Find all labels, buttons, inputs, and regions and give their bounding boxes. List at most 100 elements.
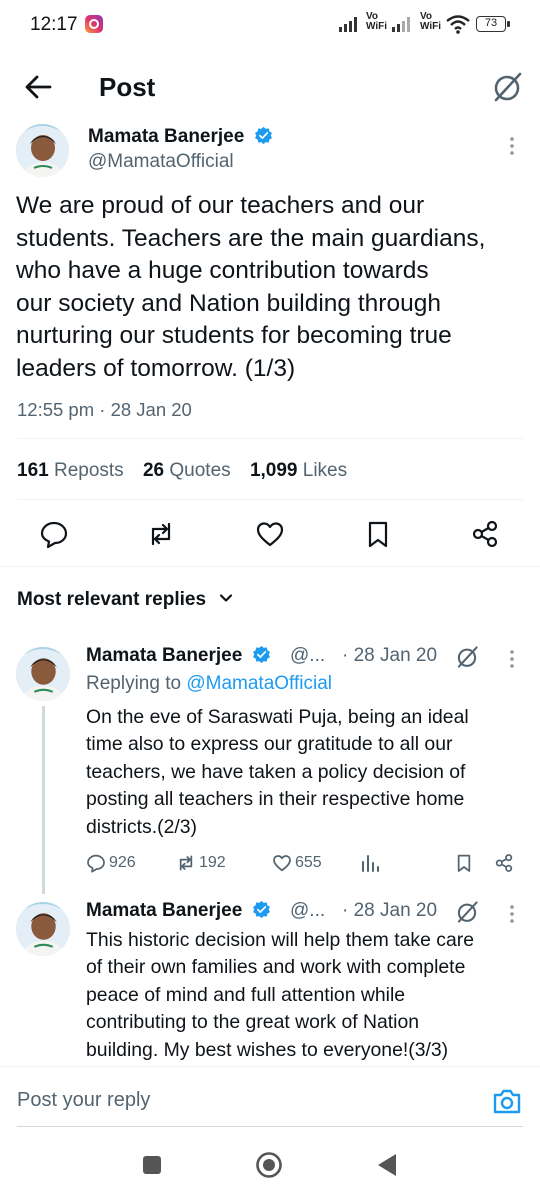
replies-sort-dropdown[interactable]: Most relevant replies <box>17 589 233 611</box>
verified-badge-icon <box>254 126 272 145</box>
reply-avatar[interactable] <box>16 647 70 701</box>
reply-text-line: peace of mind and full attention while <box>86 983 406 1006</box>
reply-input[interactable]: Post your reply <box>17 1089 150 1112</box>
author-handle[interactable]: @MamataOfficial <box>88 151 234 173</box>
post-text-line: We are proud of our teachers and our <box>16 192 425 219</box>
home-button[interactable] <box>255 1151 283 1179</box>
reply-button[interactable] <box>39 519 69 549</box>
recent-apps-button[interactable] <box>141 1154 163 1176</box>
heart-icon <box>256 522 284 547</box>
quotes-stat[interactable]: 26 Quotes <box>143 460 231 481</box>
reply-text-line: posting all teachers in their respective… <box>86 788 465 811</box>
divider <box>0 1066 540 1067</box>
bookmark-icon <box>368 521 388 548</box>
reply-views-button[interactable] <box>360 853 380 873</box>
reply-reply-button[interactable]: 926 <box>86 853 136 873</box>
author-name-text: Mamata Banerjee <box>88 126 245 147</box>
reply-more-button[interactable] <box>502 902 522 926</box>
reply-date[interactable]: · 28 Jan 20 <box>342 645 437 667</box>
author-avatar[interactable] <box>16 124 69 177</box>
signal-icon-2 <box>392 14 410 32</box>
camera-button[interactable] <box>492 1086 522 1116</box>
more-vertical-icon <box>510 650 514 668</box>
reply-more-button[interactable] <box>502 647 522 671</box>
reposts-stat[interactable]: 161 Reposts <box>17 460 124 481</box>
likes-label: Likes <box>302 460 348 481</box>
status-bar: 12:17 Vo WiFi Vo WiFi 73 <box>0 0 540 50</box>
verified-badge-icon <box>252 900 270 919</box>
reply-text-line: building. My best wishes to everyone!(3/… <box>86 1038 449 1061</box>
grok-button[interactable] <box>453 643 481 671</box>
replying-to-handle-link[interactable]: @MamataOfficial <box>186 673 332 694</box>
reply-text-line: districts.(2/3) <box>86 815 197 838</box>
avatar-image <box>16 124 69 177</box>
replies-sort-label: Most relevant replies <box>17 589 207 610</box>
reply-icon <box>87 854 105 873</box>
share-icon <box>495 854 513 872</box>
chevron-down-icon <box>220 594 233 602</box>
like-button[interactable] <box>255 519 285 549</box>
divider <box>17 499 523 500</box>
reply-bookmark-button[interactable] <box>454 853 474 873</box>
grok-button[interactable] <box>453 898 481 926</box>
reply-like-button[interactable]: 655 <box>272 853 322 873</box>
reply-avatar[interactable] <box>16 902 70 956</box>
back-nav-button[interactable] <box>375 1152 399 1178</box>
avatar-image <box>16 902 70 956</box>
reply-icon <box>40 521 68 549</box>
post-text: We are proud of our teachers and our stu… <box>16 190 526 386</box>
reply-share-button[interactable] <box>494 853 514 873</box>
grok-button[interactable] <box>488 68 526 106</box>
triangle-back-icon <box>378 1154 396 1176</box>
grok-icon <box>457 646 478 668</box>
divider <box>17 1126 523 1127</box>
quotes-label: Quotes <box>169 460 231 481</box>
reply-repost-button[interactable]: 192 <box>176 853 226 873</box>
back-button[interactable] <box>20 70 60 104</box>
camera-icon <box>493 1089 521 1114</box>
likes-stat[interactable]: 1,099 Likes <box>250 460 347 481</box>
thread-connector-line <box>42 706 45 894</box>
reply-count: 926 <box>109 854 136 871</box>
bookmark-button[interactable] <box>363 519 393 549</box>
repost-button[interactable] <box>146 519 176 549</box>
analytics-icon <box>362 855 379 872</box>
post-text-line: our society and Nation building through <box>16 289 441 317</box>
reposts-label: Reposts <box>53 460 124 481</box>
reply-date[interactable]: · 28 Jan 20 <box>342 900 437 922</box>
verified-badge-icon <box>252 645 270 664</box>
post-timestamp[interactable]: 12:55 pm · 28 Jan 20 <box>17 399 192 421</box>
share-icon <box>472 520 498 548</box>
reply-text: This historic decision will help them ta… <box>86 927 474 1064</box>
reply-text: On the eve of Saraswati Puja, being an i… <box>86 704 469 841</box>
reply-handle[interactable]: @... <box>290 645 325 667</box>
wifi-icon <box>446 15 470 34</box>
post-text-line: who have a huge contribution towards <box>16 257 429 285</box>
more-options-button[interactable] <box>502 134 522 158</box>
reply-author-name[interactable]: Mamata Banerjee <box>86 900 271 922</box>
reply-text-line: On the eve of Saraswati Puja, being an i… <box>86 706 469 728</box>
battery-indicator: 73 <box>476 16 510 32</box>
quotes-count: 26 <box>142 460 165 481</box>
home-circle-icon <box>256 1152 282 1178</box>
reply-handle[interactable]: @... <box>290 900 325 922</box>
repost-icon <box>179 855 193 871</box>
repost-icon <box>151 522 171 546</box>
grok-icon <box>494 72 522 102</box>
author-name[interactable]: Mamata Banerjee <box>88 126 273 148</box>
reply-author-name-text: Mamata Banerjee <box>86 900 243 921</box>
wifi-label-2: WiFi <box>420 21 442 32</box>
replying-to-label: Replying to <box>86 673 182 694</box>
reposts-count: 161 <box>17 460 49 481</box>
bookmark-icon <box>457 854 471 872</box>
grok-icon <box>457 901 478 923</box>
share-button[interactable] <box>470 519 500 549</box>
repost-count: 192 <box>199 854 226 871</box>
post-text-line: nurturing our students for becoming true <box>16 322 452 350</box>
signal-icon <box>339 14 357 32</box>
post-stats: 161 Reposts 26 Quotes 1,099 Likes <box>17 460 347 482</box>
reply-author-name[interactable]: Mamata Banerjee <box>86 645 271 667</box>
heart-icon <box>273 855 291 872</box>
instagram-notification-icon <box>85 15 103 33</box>
replying-to: Replying to @MamataOfficial <box>86 673 332 695</box>
